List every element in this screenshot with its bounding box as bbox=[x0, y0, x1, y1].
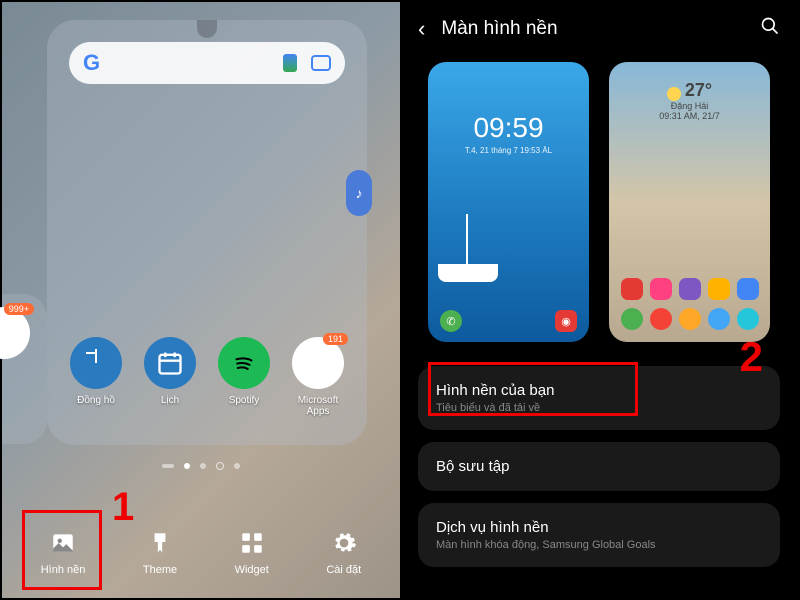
theme-button[interactable]: Theme bbox=[143, 530, 177, 576]
home-screen-preview[interactable]: G ♪ Đồng hồ Lịch Spotify bbox=[47, 20, 367, 445]
app-icon: 999+ bbox=[0, 307, 30, 359]
google-logo-icon: G bbox=[83, 50, 100, 76]
camera-shortcut-icon: ◉ bbox=[555, 310, 577, 332]
mic-icon[interactable] bbox=[283, 54, 297, 72]
annotation-number-1: 1 bbox=[112, 485, 134, 530]
widget-icon bbox=[239, 530, 265, 556]
lock-date: T.4, 21 tháng 7 19:53 ÂL bbox=[428, 146, 589, 155]
left-panel-home-editor: G ♪ Đồng hồ Lịch Spotify bbox=[2, 2, 400, 598]
notch bbox=[197, 20, 217, 38]
app-dock: Đồng hồ Lịch Spotify 191 Microsoft Ap bbox=[47, 337, 367, 417]
gear-icon bbox=[331, 530, 357, 556]
microsoft-icon: 191 bbox=[292, 337, 344, 389]
home-icons bbox=[609, 270, 770, 330]
wallpaper-previews: 09:59 T.4, 21 tháng 7 19:53 ÂL ✆ ◉ 27° Đ… bbox=[400, 52, 798, 366]
annotation-number-2: 2 bbox=[740, 333, 763, 381]
brush-icon bbox=[147, 530, 173, 556]
lock-clock: 09:59 T.4, 21 tháng 7 19:53 ÂL bbox=[428, 112, 589, 155]
list-item-gallery[interactable]: Bộ sưu tập bbox=[418, 442, 780, 491]
settings-header: ‹ Màn hình nền bbox=[400, 2, 798, 52]
app-label: Spotify bbox=[229, 395, 260, 406]
app-label: Đồng hồ bbox=[77, 395, 115, 406]
lockscreen-preview[interactable]: 09:59 T.4, 21 tháng 7 19:53 ÂL ✆ ◉ bbox=[428, 62, 589, 342]
sun-icon bbox=[667, 87, 681, 101]
edge-panel-handle[interactable]: ♪ bbox=[346, 170, 372, 216]
app-label: Lịch bbox=[161, 395, 179, 406]
list-item-title: Bộ sưu tập bbox=[436, 458, 762, 475]
right-panel-wallpaper-settings: ‹ Màn hình nền 09:59 T.4, 21 tháng 7 19:… bbox=[400, 2, 798, 598]
spotify-icon bbox=[218, 337, 270, 389]
app-clock[interactable]: Đồng hồ bbox=[66, 337, 126, 417]
app-label: Microsoft Apps bbox=[288, 395, 348, 417]
clock-icon bbox=[70, 337, 122, 389]
edge-app-icon[interactable]: 999+ bbox=[0, 307, 34, 359]
lock-time: 09:59 bbox=[428, 112, 589, 144]
list-item-your-wallpapers[interactable]: Hình nền của bạn Tiêu biểu và đã tải về bbox=[418, 366, 780, 430]
boat-graphic bbox=[428, 202, 509, 282]
wallpaper-options-list: Hình nền của bạn Tiêu biểu và đã tải về … bbox=[400, 366, 798, 567]
bb-label: Theme bbox=[143, 564, 177, 576]
badge: 191 bbox=[323, 333, 348, 345]
list-item-title: Dịch vụ hình nền bbox=[436, 519, 762, 536]
calendar-icon bbox=[144, 337, 196, 389]
weather-widget: 27° Đặng Hải 09:31 AM, 21/7 bbox=[609, 80, 770, 121]
phone-shortcut-icon: ✆ bbox=[440, 310, 462, 332]
list-item-wallpaper-services[interactable]: Dịch vụ hình nền Màn hình khóa động, Sam… bbox=[418, 503, 780, 567]
settings-button[interactable]: Cài đặt bbox=[326, 530, 361, 576]
widget-button[interactable]: Widget bbox=[235, 530, 269, 576]
camera-lens-icon[interactable] bbox=[311, 55, 331, 71]
app-spotify[interactable]: Spotify bbox=[214, 337, 274, 417]
bb-label: Cài đặt bbox=[326, 564, 361, 576]
homescreen-preview[interactable]: 27° Đặng Hải 09:31 AM, 21/7 bbox=[609, 62, 770, 342]
annotation-box-2 bbox=[428, 362, 638, 416]
badge: 999+ bbox=[4, 303, 34, 315]
list-item-sub: Màn hình khóa động, Samsung Global Goals bbox=[436, 539, 762, 551]
back-icon[interactable]: ‹ bbox=[418, 16, 425, 42]
page-indicator[interactable] bbox=[162, 462, 240, 470]
app-calendar[interactable]: Lịch bbox=[140, 337, 200, 417]
google-search-widget[interactable]: G bbox=[69, 42, 345, 84]
page-title: Màn hình nền bbox=[441, 18, 744, 40]
annotation-box-1 bbox=[22, 510, 102, 590]
app-microsoft[interactable]: 191 Microsoft Apps bbox=[288, 337, 348, 417]
bb-label: Widget bbox=[235, 564, 269, 576]
search-icon[interactable] bbox=[760, 16, 780, 42]
